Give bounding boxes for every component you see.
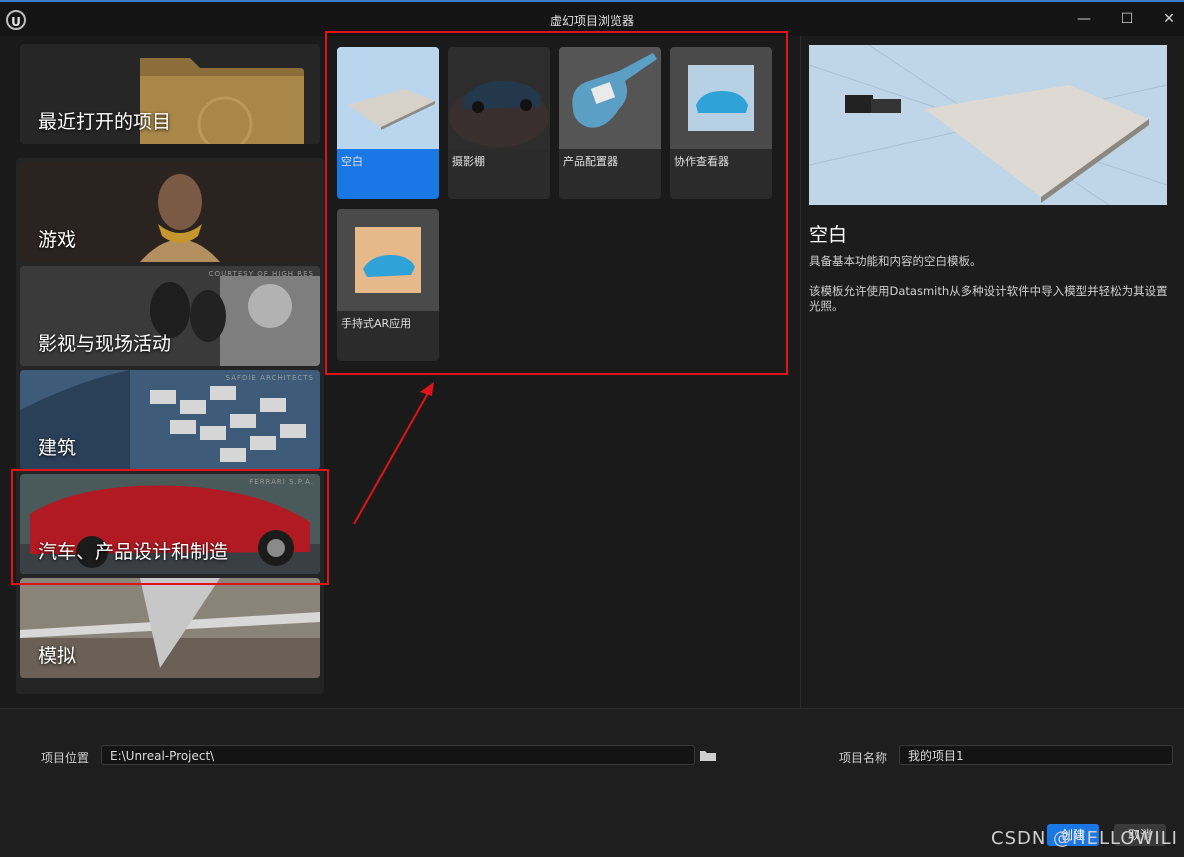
folder-icon[interactable] [699,749,717,762]
details-panel: 空白 具备基本功能和内容的空白模板。 该模板允许使用Datasmith从多种设计… [800,36,1184,708]
template-preview-image [809,45,1167,205]
category-panel: 最近打开的项目 游戏 COURTESY OF HIGH RES 影视与现场活动 [16,40,324,694]
project-location-label: 项目位置 [41,751,90,765]
project-location-input[interactable]: E:\Unreal-Project\ [101,745,695,765]
image-credit: SAFDIE ARCHITECTS [225,374,314,382]
category-label: 模拟 [38,645,77,667]
category-label: 建筑 [38,437,77,459]
maximize-button[interactable]: ☐ [1114,6,1140,32]
template-description: 具备基本功能和内容的空白模板。 [809,254,982,268]
category-film-events[interactable]: COURTESY OF HIGH RES 影视与现场活动 [20,266,320,366]
minimize-button[interactable]: — [1071,6,1097,32]
category-architecture[interactable]: SAFDIE ARCHITECTS 建筑 [20,370,320,470]
project-settings-bar: 项目位置 E:\Unreal-Project\ 项目名称 我的项目1 创建 取消… [0,708,1184,857]
template-description-detail: 该模板允许使用Datasmith从多种设计软件中导入模型并轻松为其设置光照。 [809,284,1168,313]
category-label: 影视与现场活动 [38,333,172,355]
category-label: 最近打开的项目 [38,111,172,133]
category-simulation[interactable]: 模拟 [20,578,320,678]
close-button[interactable]: ✕ [1156,6,1182,32]
window-title: 虚幻项目浏览器 [549,14,634,28]
watermark: CSDN @HELLOWILI [991,828,1178,849]
image-credit: COURTESY OF HIGH RES [208,270,314,278]
template-title: 空白 [809,224,848,246]
annotation-arrow [353,382,434,525]
project-name-label: 项目名称 [839,751,888,765]
highlight-box-templates [325,31,788,375]
highlight-box-automotive [11,469,329,585]
category-games[interactable]: 游戏 [20,162,320,262]
category-label: 游戏 [38,229,77,251]
category-recent-projects[interactable]: 最近打开的项目 [20,44,320,144]
project-name-input[interactable]: 我的项目1 [899,745,1173,765]
